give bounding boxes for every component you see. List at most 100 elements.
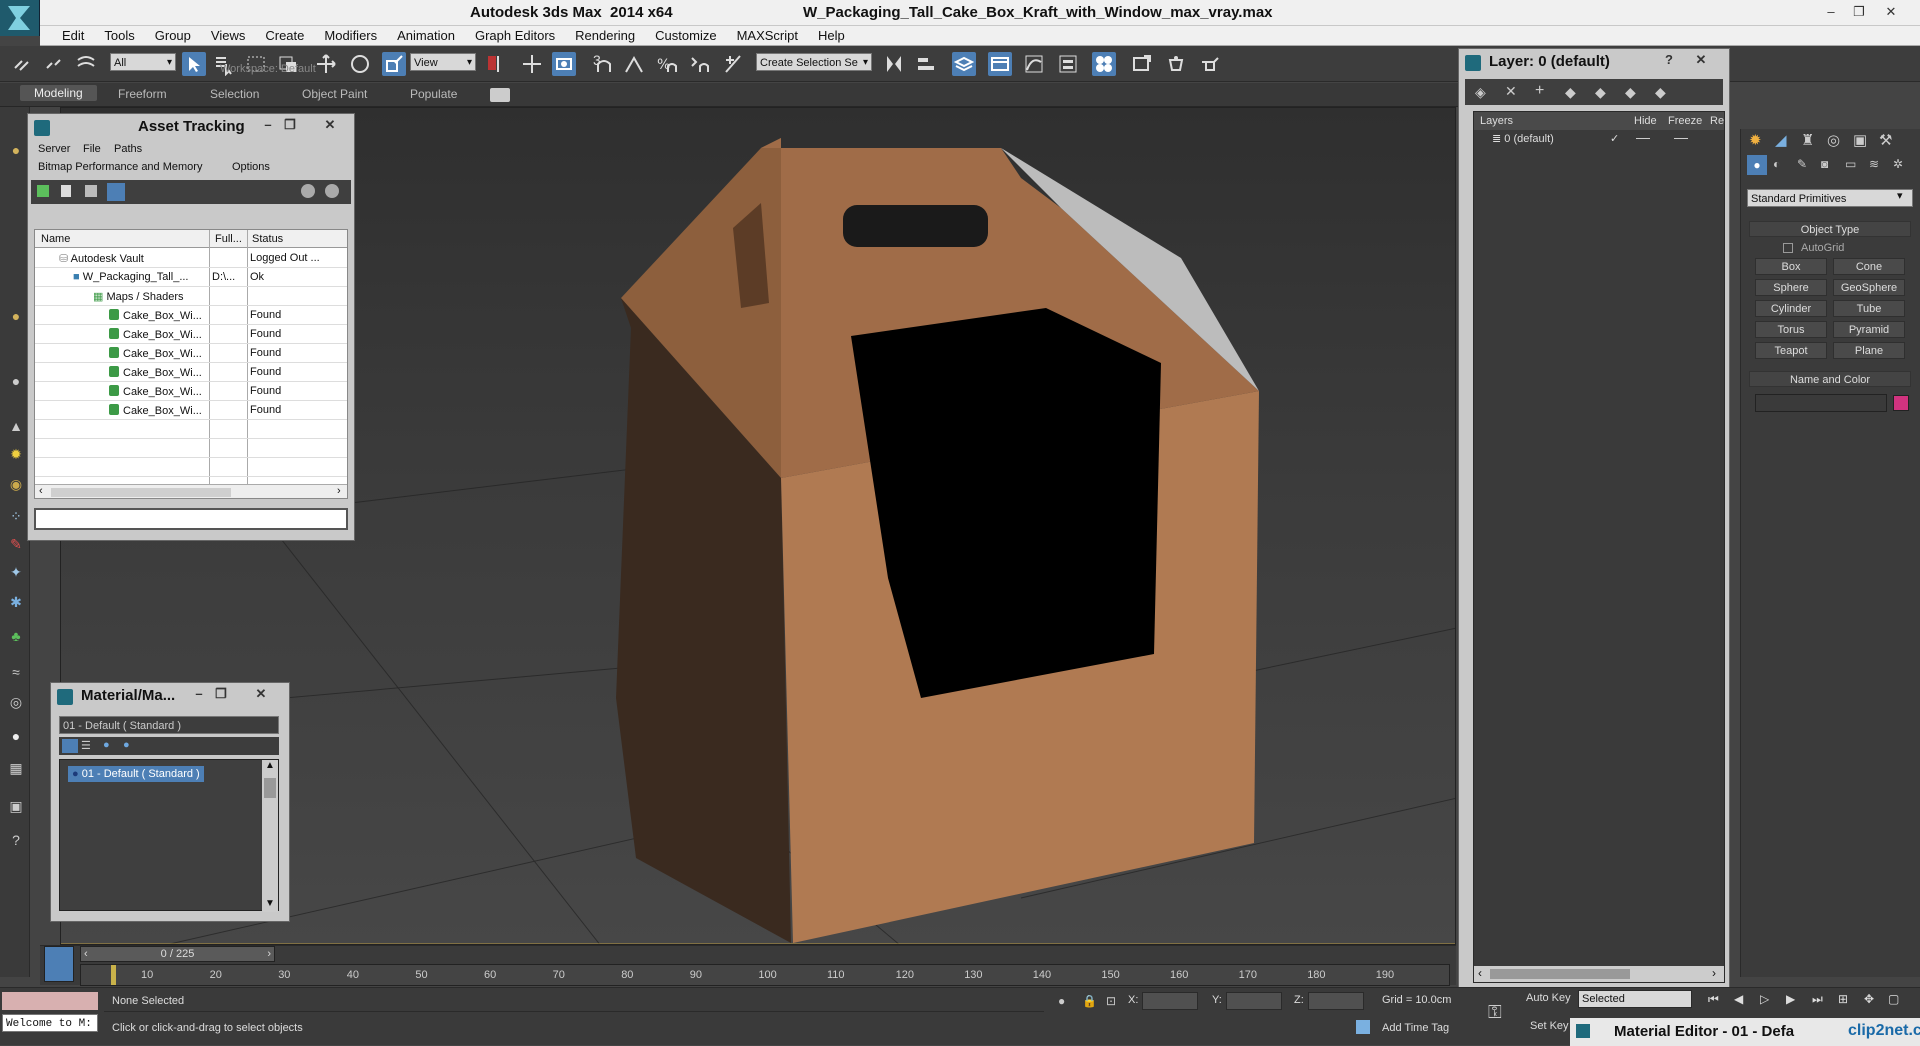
teapot-button[interactable]: Teapot <box>1755 342 1827 359</box>
hair-icon[interactable]: ≈ <box>7 663 25 681</box>
scroll-left-icon[interactable]: ‹ <box>39 485 43 497</box>
table-row[interactable]: Cake_Box_Wi... Found <box>35 325 347 344</box>
minimize-icon[interactable]: – <box>189 685 209 703</box>
server-help-icon[interactable] <box>325 184 339 198</box>
select-and-scale-icon[interactable] <box>382 52 406 76</box>
scroll-thumb[interactable] <box>51 488 231 497</box>
list-view-icon[interactable] <box>62 739 78 753</box>
render-production-icon[interactable] <box>1198 52 1222 76</box>
torus-button[interactable]: Torus <box>1755 321 1827 338</box>
cone-icon[interactable]: ▲ <box>7 417 25 435</box>
modify-tab-icon[interactable]: ◢ <box>1775 131 1787 149</box>
cone-button[interactable]: Cone <box>1833 258 1905 275</box>
mini-curve-editor-icon[interactable] <box>44 946 74 982</box>
menu-graph-editors[interactable]: Graph Editors <box>465 26 565 46</box>
timeline-track[interactable]: 10 20 30 40 50 60 70 80 90 100 110 120 130 140 150 160 1… <box>80 964 1450 986</box>
light-icon[interactable]: ● <box>7 307 25 325</box>
menu-edit[interactable]: Edit <box>52 26 94 46</box>
maxscript-listener-pink[interactable] <box>2 992 98 1010</box>
isolate-icon[interactable]: ● <box>1058 994 1065 1008</box>
floppy-icon[interactable]: ▣ <box>7 797 25 815</box>
space-warps-icon[interactable]: ≋ <box>1869 157 1879 171</box>
asset-menu-file[interactable]: File <box>83 143 101 155</box>
list-view-icon[interactable] <box>61 185 71 197</box>
scroll-thumb[interactable] <box>1490 969 1630 979</box>
column-layers[interactable]: Layers <box>1480 115 1513 127</box>
vertical-scrollbar[interactable]: ▲ ▼ <box>262 760 278 912</box>
cylinder-button[interactable]: Cylinder <box>1755 300 1827 317</box>
reference-coordinate-dropdown[interactable]: View <box>410 53 476 72</box>
menu-help[interactable]: Help <box>808 26 855 46</box>
ribbon-tab-object-paint[interactable]: Object Paint <box>302 87 367 101</box>
geometry-icon[interactable]: ● <box>1747 155 1767 175</box>
playhead[interactable] <box>111 965 116 985</box>
column-status[interactable]: Status <box>252 233 283 245</box>
select-object-icon[interactable] <box>182 52 206 76</box>
primitive-category-dropdown[interactable]: Standard Primitives <box>1747 189 1913 207</box>
percent-snap-icon[interactable]: % <box>654 52 678 76</box>
scroll-up-icon[interactable]: ▲ <box>265 760 275 771</box>
select-and-link-icon[interactable] <box>10 52 34 76</box>
minimize-icon[interactable]: – <box>258 116 278 134</box>
menu-views[interactable]: Views <box>201 26 255 46</box>
systems-icon[interactable]: ✲ <box>1893 157 1903 171</box>
restore-button[interactable]: ❐ <box>1846 3 1872 21</box>
select-and-move-icon[interactable] <box>314 52 338 76</box>
help-button[interactable]: ? <box>1659 51 1679 69</box>
freeze-toggle[interactable] <box>1674 138 1688 139</box>
select-in-layer-icon[interactable]: ◆ <box>1565 84 1576 101</box>
minimize-button[interactable]: – <box>1818 3 1844 21</box>
maximize-viewport-icon[interactable]: ▢ <box>1888 992 1899 1006</box>
y-coord-field[interactable] <box>1226 992 1282 1010</box>
cameras-icon[interactable]: ◙ <box>1821 157 1828 171</box>
table-row[interactable]: ■ W_Packaging_Tall_... D:\... Ok <box>35 268 347 287</box>
gear-icon[interactable]: ✱ <box>7 593 25 611</box>
material-editor-taskbar[interactable]: Material Editor - 01 - Defa clip2net.com <box>1570 1018 1920 1046</box>
pan-icon[interactable]: ✥ <box>1864 992 1874 1006</box>
column-name[interactable]: Name <box>41 233 70 245</box>
z-coord-field[interactable] <box>1308 992 1364 1010</box>
motion-tab-icon[interactable]: ◎ <box>1827 131 1840 149</box>
table-row[interactable]: ⛁ Autodesk Vault Logged Out ... <box>35 249 347 268</box>
column-full[interactable]: Full... <box>215 233 242 245</box>
menu-create[interactable]: Create <box>255 26 314 46</box>
bulb-icon[interactable]: ● <box>7 141 25 159</box>
set-key-button[interactable]: Set Key <box>1530 1020 1569 1032</box>
asset-menu-bitmap[interactable]: Bitmap Performance and Memory <box>38 161 202 173</box>
select-manipulate-icon[interactable] <box>520 52 544 76</box>
name-and-color-rollout-header[interactable]: Name and Color <box>1749 371 1911 387</box>
scroll-down-icon[interactable]: ▼ <box>265 898 275 909</box>
globe-icon[interactable]: ◉ <box>7 475 25 493</box>
next-key-icon[interactable]: ▶ <box>1786 992 1795 1006</box>
table-row[interactable]: Cake_Box_Wi... Found <box>35 363 347 382</box>
utilities-tab-icon[interactable]: ⚒ <box>1879 131 1892 149</box>
help-icon[interactable]: ? <box>7 831 25 849</box>
close-icon[interactable]: ✕ <box>251 685 271 703</box>
helpers-icon[interactable]: ▭ <box>1845 157 1856 171</box>
sun-icon[interactable]: ✹ <box>7 445 25 463</box>
menu-customize[interactable]: Customize <box>645 26 726 46</box>
maxscript-mini-listener[interactable]: Welcome to M: <box>2 1014 98 1032</box>
geosphere-button[interactable]: GeoSphere <box>1833 279 1905 296</box>
named-selection-dropdown[interactable]: Create Selection Se <box>756 53 872 72</box>
auto-key-button[interactable]: Auto Key <box>1526 992 1571 1004</box>
column-freeze[interactable]: Freeze <box>1668 115 1702 127</box>
create-layer-icon[interactable]: ◈ <box>1475 84 1486 101</box>
asset-menu-paths[interactable]: Paths <box>114 143 142 155</box>
align-icon[interactable] <box>914 52 938 76</box>
hierarchy-tab-icon[interactable]: ♜ <box>1801 131 1814 149</box>
ribbon-tab-modeling[interactable]: Modeling <box>20 85 97 101</box>
menu-animation[interactable]: Animation <box>387 26 465 46</box>
scroll-left-icon[interactable]: ‹ <box>1478 966 1482 980</box>
help-icon[interactable] <box>301 184 315 198</box>
highlight-layer-icon[interactable]: ◆ <box>1595 84 1606 101</box>
maximize-icon[interactable]: ❐ <box>280 116 300 134</box>
go-to-start-icon[interactable]: ⏮ <box>1708 992 1719 1007</box>
object-color-swatch[interactable] <box>1893 395 1909 411</box>
angle-snap-icon[interactable] <box>622 52 646 76</box>
tree-view-icon[interactable] <box>85 185 97 197</box>
particles-icon[interactable]: ⁘ <box>7 507 25 525</box>
ribbon-tab-freeform[interactable]: Freeform <box>118 87 167 101</box>
hide-all-icon[interactable]: ◆ <box>1625 84 1636 101</box>
list-detail-icon[interactable]: ☰ <box>81 739 95 753</box>
